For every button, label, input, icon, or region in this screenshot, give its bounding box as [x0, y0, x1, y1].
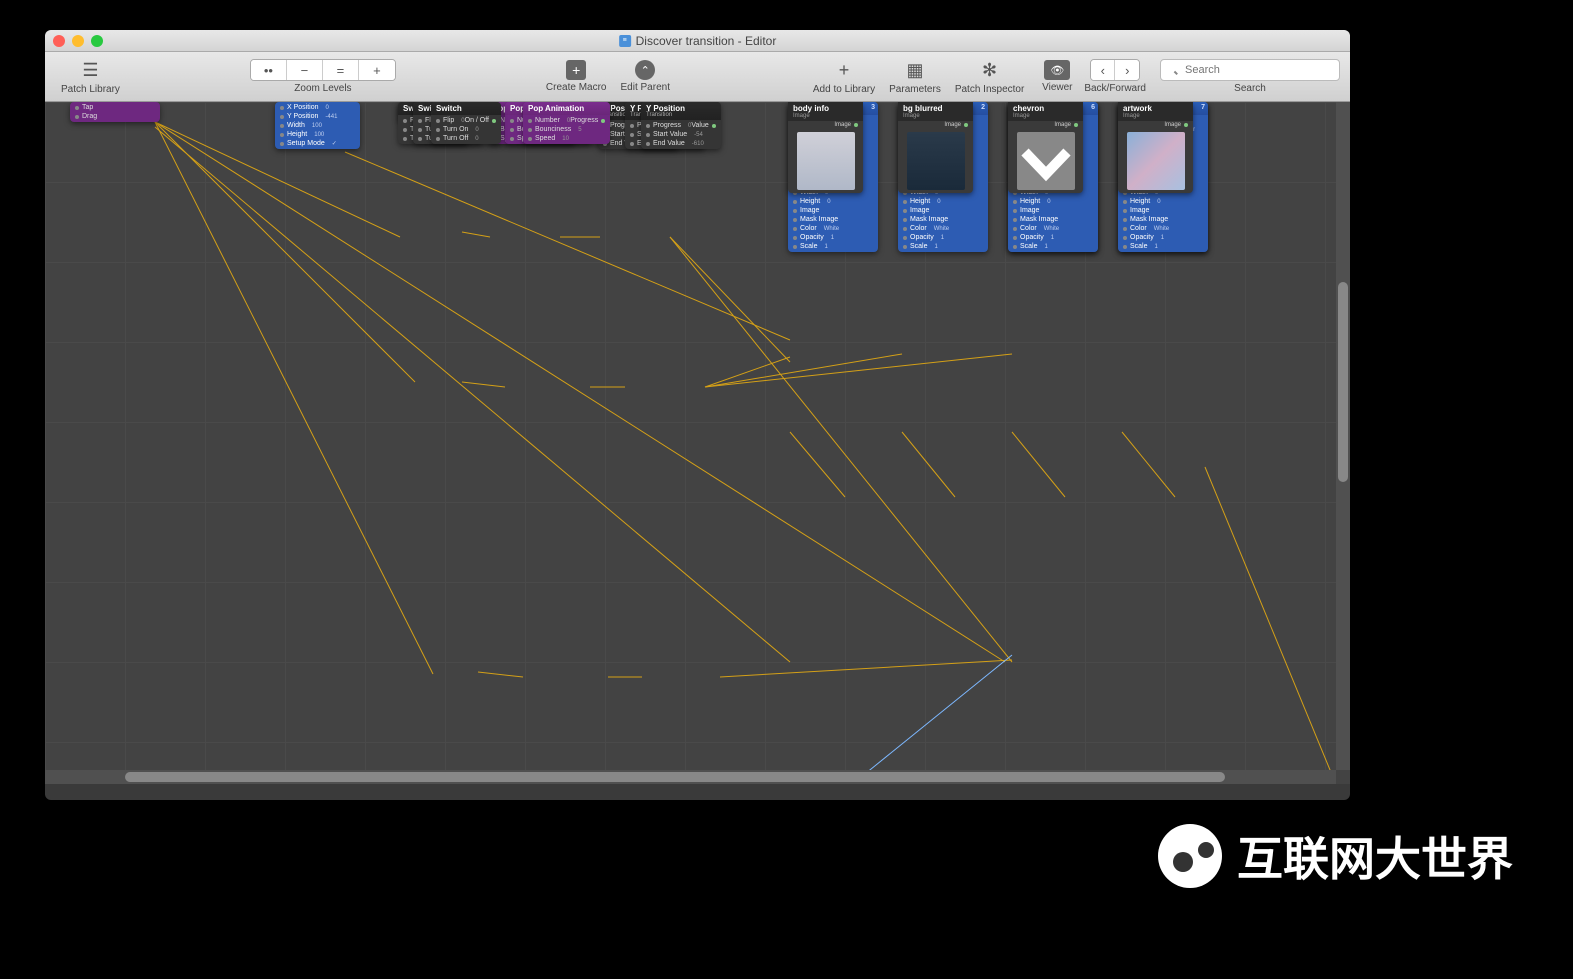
switch-node[interactable]: Switch Flip0On / OffTurn On0Turn Off0	[431, 102, 501, 144]
minimize-icon[interactable]	[72, 35, 84, 47]
scrollbar-vertical[interactable]	[1336, 102, 1350, 770]
editor-window: ≡ Discover transition - Editor ☰ Patch L…	[45, 30, 1350, 800]
zoom-reset-button[interactable]: =	[323, 60, 359, 80]
search-input[interactable]	[1160, 59, 1340, 81]
wechat-icon	[1158, 824, 1222, 888]
pop-animation-node[interactable]: Pop Animation Number0ProgressBounciness5…	[523, 102, 610, 144]
transition-node[interactable]: Y PositionTransition Progress0ValueStart…	[641, 102, 721, 149]
grid-icon: ▦	[903, 58, 927, 82]
canvas[interactable]: TapDrag X Position0Y Position-441Width10…	[45, 102, 1350, 784]
chevron-up-icon: ⌃	[635, 60, 655, 80]
image-node[interactable]: body infoImage Image	[788, 102, 863, 193]
gear-icon: ✻	[978, 58, 1002, 82]
titlebar[interactable]: ≡ Discover transition - Editor	[45, 30, 1350, 52]
create-macro-button[interactable]: + Create Macro	[540, 58, 613, 95]
scrollbar-horizontal[interactable]	[45, 770, 1336, 784]
plus-icon: +	[566, 60, 586, 80]
document-icon: ≡	[619, 35, 631, 47]
patch-library-button[interactable]: ☰ Patch Library	[55, 56, 126, 97]
eye-icon: 👁	[1044, 60, 1070, 80]
interaction-node[interactable]: TapDrag	[70, 102, 160, 122]
forward-button[interactable]: ›	[1115, 60, 1139, 80]
window-title: Discover transition - Editor	[636, 34, 777, 48]
layer-node[interactable]: X Position0Y Position-441Width100Height1…	[275, 102, 360, 149]
watermark: 互联网大世界	[1158, 823, 1513, 889]
parameters-button[interactable]: ▦ Parameters	[883, 56, 947, 97]
add-to-library-button[interactable]: + Add to Library	[807, 56, 881, 97]
zoom-fit-button[interactable]: ••	[251, 60, 287, 80]
image-node[interactable]: bg blurredImage Image	[898, 102, 973, 193]
viewer-button[interactable]: 👁 Viewer	[1032, 58, 1082, 95]
patch-inspector-button[interactable]: ✻ Patch Inspector	[949, 56, 1030, 97]
image-node[interactable]: chevronImage Image	[1008, 102, 1083, 193]
zoom-out-button[interactable]: −	[287, 60, 323, 80]
zoom-segment: •• − = +	[250, 59, 396, 81]
zoom-icon[interactable]	[91, 35, 103, 47]
back-button[interactable]: ‹	[1091, 60, 1115, 80]
edit-parent-button[interactable]: ⌃ Edit Parent	[615, 58, 676, 95]
list-icon: ☰	[78, 58, 102, 82]
plus-icon: +	[832, 58, 856, 82]
close-icon[interactable]	[53, 35, 65, 47]
toolbar: ☰ Patch Library •• − = + Zoom Levels + C…	[45, 52, 1350, 102]
nav-segment: ‹ ›	[1090, 59, 1140, 81]
image-node[interactable]: artworkImage Image	[1118, 102, 1193, 193]
zoom-in-button[interactable]: +	[359, 60, 395, 80]
